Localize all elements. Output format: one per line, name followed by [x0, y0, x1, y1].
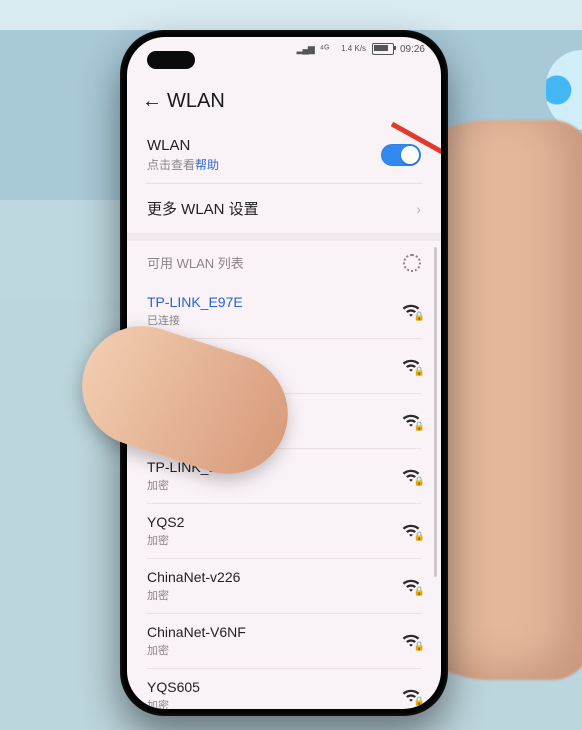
- wifi-signal-icon: 🔒: [401, 522, 421, 540]
- network-ssid: YQS2: [147, 514, 184, 530]
- available-networks-header: 可用 WLAN 列表: [127, 241, 441, 284]
- lock-icon: 🔒: [414, 311, 425, 322]
- network-info: YQS2 加密: [147, 514, 184, 548]
- battery-icon: [372, 43, 394, 55]
- clock: 09:26: [400, 44, 425, 55]
- wifi-signal-icon: 🔒: [401, 687, 421, 705]
- wifi-signal-icon: 🔒: [401, 302, 421, 320]
- wlan-toggle-label: WLAN: [147, 137, 219, 154]
- network-row[interactable]: TP-LINK_E97E 已连接 🔒: [127, 284, 441, 338]
- network-status: 加密: [147, 697, 200, 709]
- network-ssid: YQS605: [147, 679, 200, 695]
- wifi-signal-icon: 🔒: [401, 357, 421, 375]
- wifi-signal-icon: 🔒: [401, 577, 421, 595]
- network-row[interactable]: YQS605 加密 🔒: [127, 669, 441, 709]
- network-row[interactable]: ChinaNet-V6NF 加密 🔒: [127, 614, 441, 668]
- more-wlan-settings-label: 更多 WLAN 设置: [147, 198, 259, 219]
- network-info: ChinaNet-v226 加密: [147, 569, 240, 603]
- network-info: TP-LINK_E97E 已连接: [147, 294, 243, 328]
- page-title: WLAN: [167, 90, 225, 113]
- cellular-type: ⁴ᴳ: [320, 44, 329, 55]
- available-networks-label: 可用 WLAN 列表: [147, 253, 244, 272]
- network-status: 加密: [147, 642, 246, 658]
- signal-icon: ▂▄▆: [297, 44, 314, 55]
- lock-icon: 🔒: [414, 531, 425, 542]
- net-speed: 1.4 K/s: [341, 45, 366, 53]
- network-ssid: TP-LINK_E97E: [147, 294, 243, 310]
- lock-icon: 🔒: [414, 641, 425, 652]
- network-info: YQS605 加密: [147, 679, 200, 709]
- network-status: 加密: [147, 477, 244, 493]
- back-button[interactable]: ←: [137, 90, 167, 113]
- scrollbar[interactable]: [434, 247, 437, 577]
- wifi-signal-icon: 🔒: [401, 632, 421, 650]
- camera-punch-hole: [147, 51, 195, 69]
- status-bar: ▂▄▆ ⁴ᴳ 1.4 K/s 09:26: [297, 43, 425, 55]
- more-wlan-settings-row[interactable]: 更多 WLAN 设置 ›: [127, 184, 441, 233]
- network-row[interactable]: YQS2 加密 🔒: [127, 504, 441, 558]
- lock-icon: 🔒: [414, 476, 425, 487]
- page-header: ← WLAN: [127, 77, 441, 125]
- wlan-hint-prefix: 点击查看: [147, 158, 195, 172]
- network-status: 已连接: [147, 312, 243, 328]
- wlan-toggle-row[interactable]: WLAN 点击查看帮助: [127, 125, 441, 183]
- lock-icon: 🔒: [414, 366, 425, 377]
- network-info: ChinaNet-V6NF 加密: [147, 624, 246, 658]
- network-ssid: ChinaNet-v226: [147, 569, 240, 585]
- network-row[interactable]: ChinaNet-v226 加密 🔒: [127, 559, 441, 613]
- loading-spinner-icon: [403, 254, 421, 272]
- lock-icon: 🔒: [414, 421, 425, 432]
- wifi-signal-icon: 🔒: [401, 412, 421, 430]
- help-link[interactable]: 帮助: [195, 158, 219, 172]
- chevron-right-icon: ›: [416, 201, 421, 217]
- network-status: 加密: [147, 532, 184, 548]
- wlan-toggle-hint[interactable]: 点击查看帮助: [147, 156, 219, 173]
- wlan-switch[interactable]: [381, 144, 421, 166]
- network-ssid: ChinaNet-V6NF: [147, 624, 246, 640]
- lock-icon: 🔒: [414, 586, 425, 597]
- section-divider: [127, 233, 441, 241]
- wlan-toggle-labels: WLAN 点击查看帮助: [147, 137, 219, 173]
- lock-icon: 🔒: [414, 696, 425, 707]
- wifi-signal-icon: 🔒: [401, 467, 421, 485]
- network-status: 加密: [147, 587, 240, 603]
